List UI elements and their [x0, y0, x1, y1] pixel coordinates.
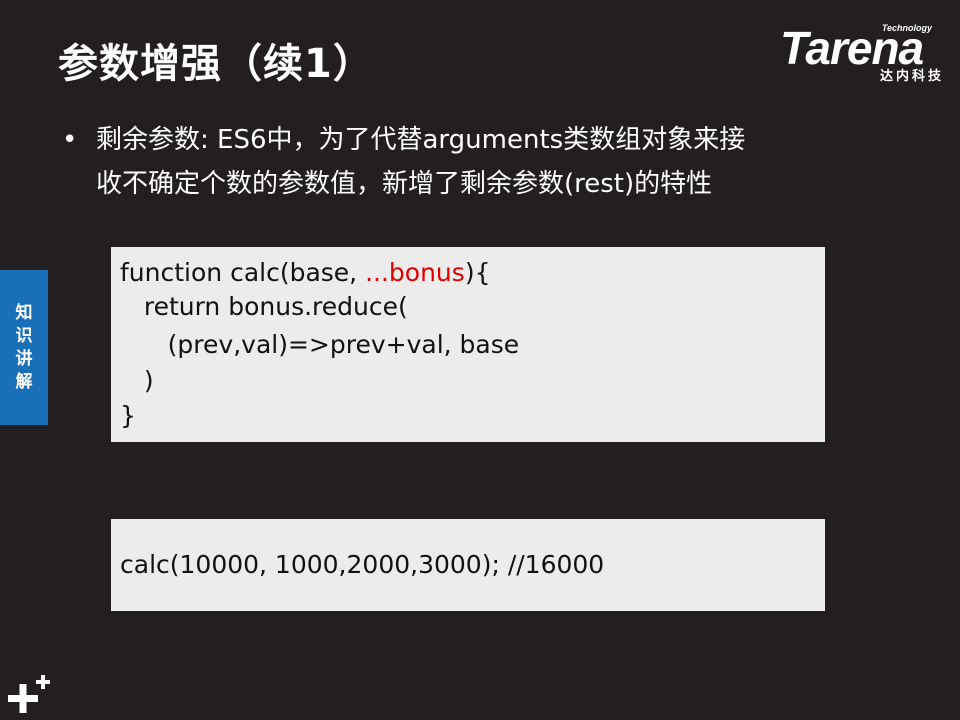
code-rest-parameter: ...bonus	[365, 258, 465, 287]
bullet-marker: •	[62, 125, 78, 155]
side-tab-char-4: 解	[15, 371, 33, 392]
side-tab-char-1: 知	[15, 302, 33, 323]
code-line-5: }	[120, 401, 136, 430]
code-line-3: (prev,val)=>prev+val, base	[120, 330, 520, 359]
code-line-1: function calc(base, ...bonus){	[120, 258, 490, 288]
bullet-line-1: 剩余参数: ES6中，为了代替arguments类数组对象来接	[96, 125, 746, 155]
code-line-2: return bonus.reduce(	[120, 292, 408, 321]
bullet-text: 剩余参数: ES6中，为了代替arguments类数组对象来接 收不确定个数的参…	[96, 118, 896, 206]
code-block: function calc(base, ...bonus){ return bo…	[111, 247, 825, 442]
side-tab-char-3: 讲	[15, 348, 33, 369]
side-tab-char-2: 识	[15, 325, 33, 346]
tarena-logo: Technology Tarena 达内科技	[774, 16, 954, 86]
code-line-4: )	[120, 366, 154, 395]
code-line-1-prefix: function calc(base,	[120, 258, 366, 287]
code-line-1-suffix: ){	[464, 258, 491, 287]
bullet-line-2: 收不确定个数的参数值，新增了剩余参数(rest)的特性	[96, 169, 713, 199]
plus-plus-icon	[8, 675, 50, 713]
logo-subtitle-text: 达内科技	[879, 69, 944, 84]
call-example-line: calc(10000, 1000,2000,3000); //16000	[120, 550, 605, 579]
knowledge-explanation-tab: 知 识 讲 解	[0, 270, 48, 425]
call-example-block: calc(10000, 1000,2000,3000); //16000	[111, 519, 825, 611]
slide-title: 参数增强（续1）	[58, 41, 374, 87]
